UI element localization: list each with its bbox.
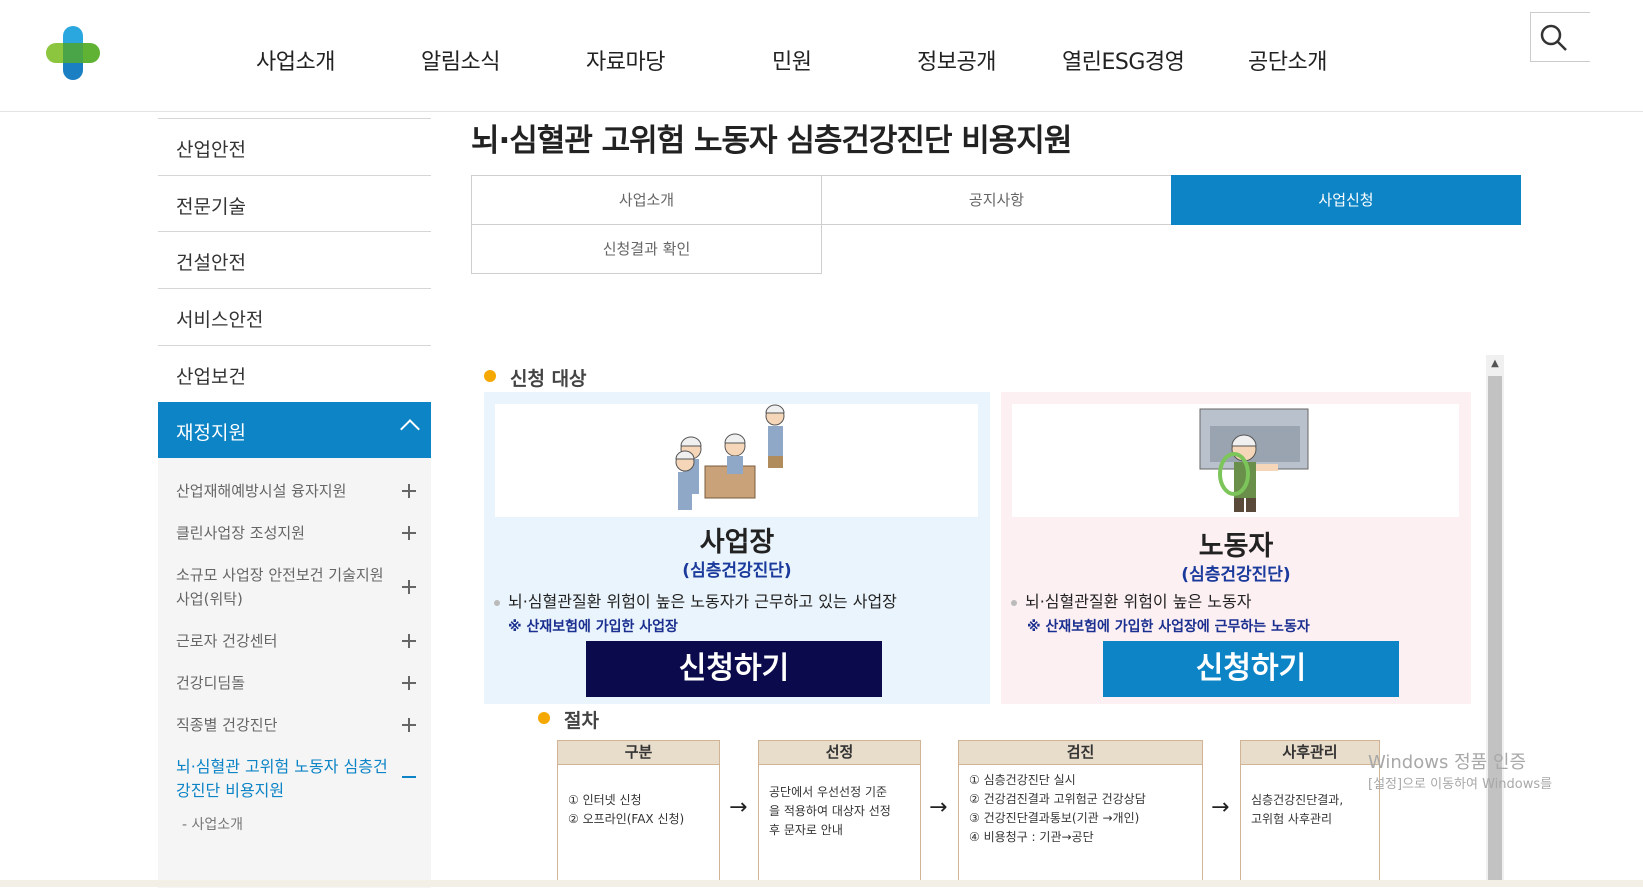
nav-resources[interactable]: 자료마당: [586, 44, 665, 76]
submenu-item[interactable]: 산업재해예방시설 융자지원: [176, 479, 396, 503]
submenu-child-item[interactable]: - 사업소개: [182, 813, 402, 837]
apply-worker-button[interactable]: 신청하기: [1103, 641, 1399, 697]
plus-icon[interactable]: [402, 580, 416, 594]
procedure-step: 검진 ① 심층건강진단 실시 ② 건강검진결과 고위험군 건강상담 ③ 건강진단…: [958, 740, 1203, 887]
submenu-item[interactable]: 클린사업장 조성지원: [176, 521, 396, 545]
procedure-step: 구분 ① 인터넷 신청 ② 오프라인(FAX 신청): [557, 740, 720, 887]
section-bullet-icon: [538, 712, 550, 724]
site-header: 사업소개 알림소식 자료마당 민원 정보공개 열린ESG경영 공단소개: [0, 0, 1643, 112]
sidebar-item-financial-support[interactable]: 재정지원: [158, 402, 431, 458]
procedure-step: 선정 공단에서 우선선정 기준 을 적용하여 대상자 선정 후 문자로 안내: [758, 740, 921, 887]
procedure-line: ② 건강검진결과 고위험군 건강상담: [969, 792, 1146, 806]
watermark-line1: Windows 정품 인증: [1368, 752, 1527, 773]
procedure-step-head: 선정: [759, 741, 920, 765]
bullet-icon: [1011, 599, 1017, 606]
card-description: 뇌·심혈관질환 위험이 높은 노동자가 근무하고 있는 사업장: [494, 588, 897, 612]
logo[interactable]: [44, 24, 102, 82]
scroll-up-icon[interactable]: ▲: [1486, 355, 1504, 373]
search-button[interactable]: [1530, 12, 1590, 62]
chevron-up-icon: [400, 419, 420, 439]
procedure-line: 고위험 사후관리: [1251, 812, 1333, 826]
sidebar-item-expert-tech[interactable]: 전문기술: [158, 175, 431, 232]
procedure-step-head: 검진: [959, 741, 1202, 765]
nav-news[interactable]: 알림소식: [421, 44, 500, 76]
worker-illustration: [1012, 404, 1459, 517]
arrow-right-icon: →: [929, 795, 948, 820]
procedure-step-body: 심층건강진단결과, 고위험 사후관리: [1241, 765, 1379, 839]
submenu-item[interactable]: 소규모 사업장 안전보건 기술지원사업(위탁): [176, 563, 396, 611]
submenu-item[interactable]: 건강디딤돌: [176, 671, 396, 695]
card-description-text: 뇌·심혈관질환 위험이 높은 노동자가 근무하고 있는 사업장: [508, 592, 897, 611]
bottom-band: [0, 880, 1643, 887]
sidebar-item-health[interactable]: 산업보건: [158, 345, 431, 402]
card-description: 뇌·심혈관질환 위험이 높은 노동자: [1011, 588, 1251, 612]
submenu-item-current[interactable]: 뇌·심혈관 고위험 노동자 심층건강진단 비용지원: [176, 755, 396, 803]
procedure-line: 후 문자로 안내: [769, 823, 843, 837]
procedure-line: ② 오프라인(FAX 신청): [568, 812, 685, 826]
arrow-right-icon: →: [1211, 795, 1230, 820]
plus-icon[interactable]: [402, 484, 416, 498]
procedure-line: 심층건강진단결과,: [1251, 793, 1344, 807]
sidebar-item-service[interactable]: 서비스안전: [158, 288, 431, 345]
tab-apply[interactable]: 사업신청: [1171, 175, 1521, 225]
workers-illustration: [495, 404, 978, 517]
card-heading: 사업장: [699, 527, 775, 558]
card-subheading: (심층건강진단): [682, 561, 792, 581]
card-heading: 노동자: [1198, 531, 1274, 562]
sidebar-submenu: 산업재해예방시설 융자지원 클린사업장 조성지원 소규모 사업장 안전보건 기술…: [158, 458, 431, 888]
sidebar-active-label: 재정지원: [176, 422, 246, 444]
search-icon: [1540, 24, 1567, 51]
sidebar-item-industrial-safety[interactable]: 산업안전: [158, 118, 431, 175]
section-bullet-icon: [484, 370, 496, 382]
arrow-right-icon: →: [729, 795, 748, 820]
nav-esg[interactable]: 열린ESG경영: [1062, 44, 1185, 76]
procedure-line: ① 심층건강진단 실시: [969, 773, 1076, 787]
windows-activation-watermark: Windows 정품 인증 [설정]으로 이동하여 Windows를: [1368, 752, 1552, 796]
procedure-step-body: ① 심층건강진단 실시 ② 건강검진결과 고위험군 건강상담 ③ 건강진단결과통…: [959, 765, 1202, 857]
minus-icon[interactable]: [402, 776, 416, 778]
plus-icon[interactable]: [402, 634, 416, 648]
procedure-line: ③ 건강진단결과통보(기관 →개인): [969, 811, 1140, 825]
sidebar: 산업안전 전문기술 건설안전 서비스안전 산업보건 재정지원 산업재해예방시설 …: [158, 118, 431, 888]
worker-icon: [1199, 408, 1309, 512]
procedure-line: 을 적용하여 대상자 선정: [769, 804, 891, 818]
tab-notice[interactable]: 공지사항: [821, 175, 1172, 225]
nav-civil[interactable]: 민원: [772, 44, 812, 76]
procedure-step: 사후관리 심층건강진단결과, 고위험 사후관리: [1240, 740, 1380, 887]
plus-icon[interactable]: [402, 526, 416, 540]
procedure-step-head: 사후관리: [1241, 741, 1379, 765]
apply-workplace-button[interactable]: 신청하기: [586, 641, 882, 697]
procedure-step-body: 공단에서 우선선정 기준 을 적용하여 대상자 선정 후 문자로 안내: [759, 765, 920, 850]
card-workplace: 사업장 (심층건강진단) 뇌·심혈관질환 위험이 높은 노동자가 근무하고 있는…: [484, 392, 990, 704]
card-note: ※ 산재보험에 가입한 사업장에 근무하는 노동자: [1027, 619, 1310, 635]
watermark-line2: [설정]으로 이동하여 Windows를: [1368, 777, 1553, 792]
section-title-target: 신청 대상: [510, 368, 587, 390]
nav-business[interactable]: 사업소개: [256, 44, 335, 76]
card-description-text: 뇌·심혈관질환 위험이 높은 노동자: [1025, 592, 1252, 611]
section-title-procedure: 절차: [564, 710, 599, 732]
page-title: 뇌·심혈관 고위험 노동자 심층건강진단 비용지원: [471, 123, 1072, 159]
card-note: ※ 산재보험에 가입한 사업장: [508, 619, 678, 635]
procedure-line: ① 인터넷 신청: [568, 793, 642, 807]
nav-disclosure[interactable]: 정보공개: [917, 44, 996, 76]
plus-icon[interactable]: [402, 676, 416, 690]
procedure-step-head: 구분: [558, 741, 719, 765]
bullet-icon: [494, 599, 500, 606]
procedure-line: 공단에서 우선선정 기준: [769, 785, 888, 799]
tab-business-intro[interactable]: 사업소개: [471, 175, 822, 225]
procedure-line: ④ 비용청구 : 기관→공단: [969, 830, 1094, 844]
tab-result-check[interactable]: 신청결과 확인: [471, 224, 822, 274]
procedure-step-body: ① 인터넷 신청 ② 오프라인(FAX 신청): [558, 765, 719, 839]
content-panel: 신청 대상 사업장 (심층건강진단) 뇌·심혈관질환 위험이 높은 노동자가 근…: [471, 355, 1486, 887]
card-worker: 노동자 (심층건강진단) 뇌·심혈관질환 위험이 높은 노동자 ※ 산재보험에 …: [1001, 392, 1471, 704]
card-subheading: (심층건강진단): [1181, 565, 1291, 585]
plus-icon[interactable]: [402, 718, 416, 732]
sidebar-item-construction[interactable]: 건설안전: [158, 231, 431, 288]
workers-icon: [675, 404, 785, 510]
scrollbar-thumb[interactable]: [1488, 376, 1502, 887]
nav-about[interactable]: 공단소개: [1248, 44, 1327, 76]
submenu-item[interactable]: 직종별 건강진단: [176, 713, 396, 737]
submenu-item[interactable]: 근로자 건강센터: [176, 629, 396, 653]
